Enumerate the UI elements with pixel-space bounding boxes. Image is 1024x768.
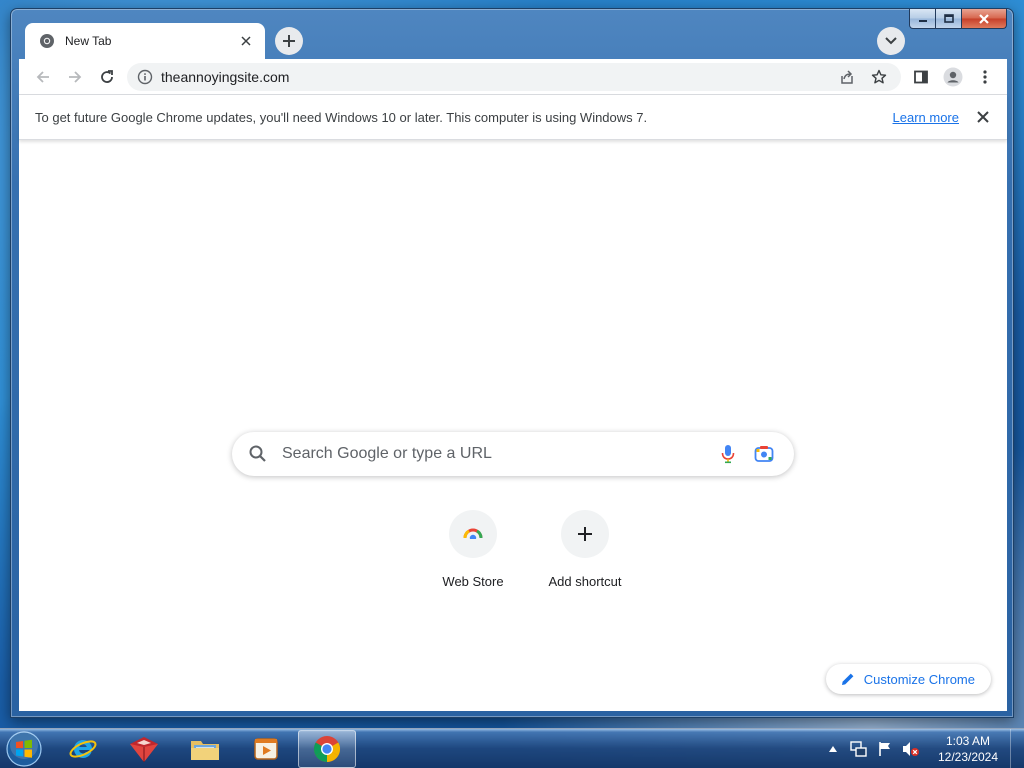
shortcut-web-store[interactable]: Web Store (417, 510, 529, 589)
chrome-icon (39, 33, 55, 49)
start-button[interactable] (4, 729, 44, 768)
tab-new-tab[interactable]: New Tab (25, 23, 265, 59)
pencil-icon (840, 671, 856, 687)
side-panel-button[interactable] (905, 61, 937, 93)
search-box[interactable] (232, 432, 794, 476)
kebab-menu-icon (983, 69, 987, 84)
browser-viewport: theannoyingsite.com To get future Google… (19, 59, 1007, 711)
share-button[interactable] (831, 63, 863, 91)
back-arrow-icon (36, 70, 49, 83)
new-tab-page: Web Store Add shortcut Customize Chrome (19, 140, 1007, 710)
shortcut-label: Add shortcut (548, 574, 622, 589)
clock-time: 1:03 AM (945, 733, 991, 748)
shortcut-tile (561, 510, 609, 558)
url-text: theannoyingsite.com (161, 68, 290, 85)
infobar-message: To get future Google Chrome updates, you… (35, 109, 648, 125)
shortcut-add[interactable]: Add shortcut (529, 510, 641, 589)
close-icon[interactable] (237, 32, 255, 50)
camera-icon (754, 446, 774, 462)
taskbar-internet-explorer[interactable] (54, 730, 112, 768)
side-panel-icon (914, 70, 928, 83)
taskbar-tools[interactable] (115, 730, 173, 768)
taskbar-clock[interactable]: 1:03 AM 12/23/2024 (930, 733, 1006, 765)
windows-orb-icon (6, 730, 42, 767)
learn-more-link[interactable]: Learn more (893, 110, 959, 125)
toolbox-icon (130, 736, 158, 762)
shortcut-tile (449, 510, 497, 558)
menu-button[interactable] (969, 61, 1001, 93)
shortcut-label: Web Store (442, 574, 504, 589)
media-player-icon (254, 737, 278, 760)
star-icon (871, 69, 887, 83)
customize-chrome-button[interactable]: Customize Chrome (825, 664, 991, 694)
tab-title: New Tab (65, 34, 112, 48)
action-center-flag-icon[interactable] (873, 737, 897, 761)
avatar-icon (943, 67, 963, 86)
chevron-up-icon (829, 745, 837, 752)
toolbar: theannoyingsite.com (19, 59, 1007, 95)
chrome-icon (313, 735, 341, 762)
chrome-window: New Tab theannoyingsite.com To get futur… (10, 8, 1014, 718)
microphone-icon (721, 445, 735, 464)
update-infobar: To get future Google Chrome updates, you… (19, 95, 1007, 140)
forward-button[interactable] (59, 61, 91, 93)
taskbar-google-chrome[interactable] (298, 729, 356, 768)
reload-button[interactable] (91, 61, 123, 93)
address-bar[interactable]: theannoyingsite.com (127, 62, 901, 91)
clock-date: 12/23/2024 (937, 749, 999, 764)
search-icon (248, 444, 268, 464)
close-icon[interactable] (975, 109, 991, 125)
forward-arrow-icon (69, 70, 82, 83)
chevron-down-icon (885, 37, 897, 45)
taskbar-file-explorer[interactable] (176, 730, 234, 768)
folder-icon (191, 740, 219, 760)
voice-search-button[interactable] (710, 436, 746, 472)
customize-label: Customize Chrome (863, 671, 975, 687)
bookmark-button[interactable] (863, 63, 895, 91)
ie-icon (69, 739, 97, 758)
plus-icon (283, 35, 295, 47)
site-info-icon[interactable] (137, 69, 153, 85)
show-desktop-button[interactable] (1010, 728, 1024, 768)
volume-muted-icon[interactable] (899, 737, 923, 761)
web-store-icon (463, 528, 483, 543)
search-input[interactable] (282, 445, 710, 463)
plus-icon (578, 527, 592, 541)
image-search-button[interactable] (746, 436, 782, 472)
share-icon (841, 69, 853, 84)
network-icon[interactable] (847, 737, 871, 761)
new-tab-button[interactable] (275, 27, 303, 55)
system-tray: 1:03 AM 12/23/2024 (820, 728, 1024, 768)
tab-strip: New Tab (19, 23, 1005, 59)
reload-icon (101, 69, 113, 83)
taskbar-media-player[interactable] (237, 730, 295, 768)
show-hidden-icons-button[interactable] (821, 737, 845, 761)
profile-button[interactable] (937, 61, 969, 93)
taskbar: 1:03 AM 12/23/2024 (0, 728, 1024, 768)
shortcuts-grid: Web Store Add shortcut (417, 510, 641, 589)
back-button[interactable] (27, 61, 59, 93)
tab-search-button[interactable] (877, 27, 905, 55)
